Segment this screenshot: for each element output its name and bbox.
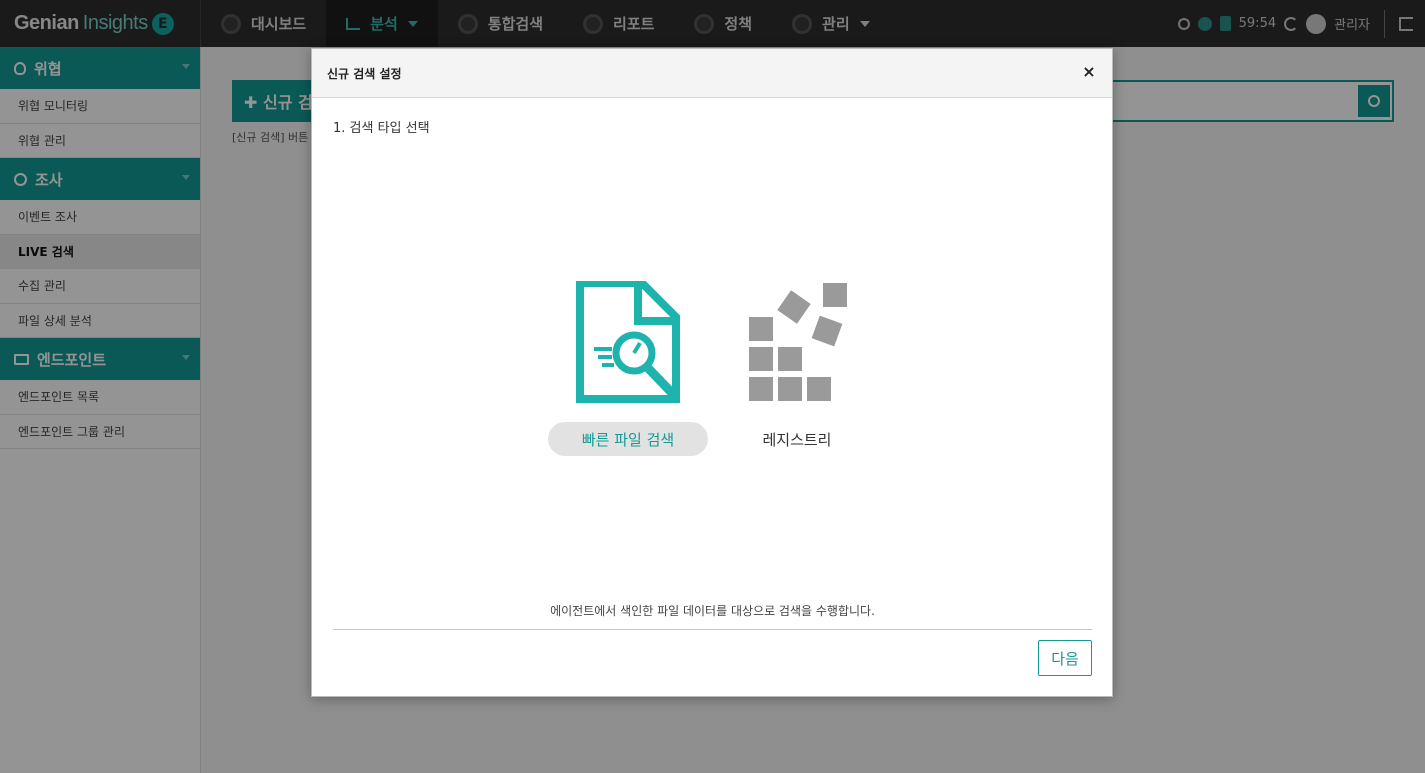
- next-button[interactable]: 다음: [1038, 640, 1092, 676]
- new-search-dialog: 신규 검색 설정 × 1. 검색 타입 선택 빠른 파일 검색 레지스트리 에이…: [311, 48, 1113, 697]
- file-search-icon: [576, 281, 680, 403]
- close-icon[interactable]: ×: [1082, 64, 1096, 80]
- option-file-label: 빠른 파일 검색: [548, 422, 708, 456]
- search-type-option-registry[interactable]: 레지스트리: [722, 281, 872, 456]
- footer-divider: [333, 629, 1092, 630]
- dialog-title: 신규 검색 설정: [327, 66, 402, 81]
- registry-blocks-icon: [749, 283, 847, 401]
- step-label: 1. 검색 타입 선택: [333, 121, 430, 136]
- option-registry-label: 레지스트리: [762, 430, 832, 449]
- search-type-option-file[interactable]: 빠른 파일 검색: [548, 281, 708, 456]
- option-description: 에이전트에서 색인한 파일 데이터를 대상으로 검색을 수행합니다.: [550, 604, 875, 618]
- dialog-header: 신규 검색 설정 ×: [312, 49, 1112, 98]
